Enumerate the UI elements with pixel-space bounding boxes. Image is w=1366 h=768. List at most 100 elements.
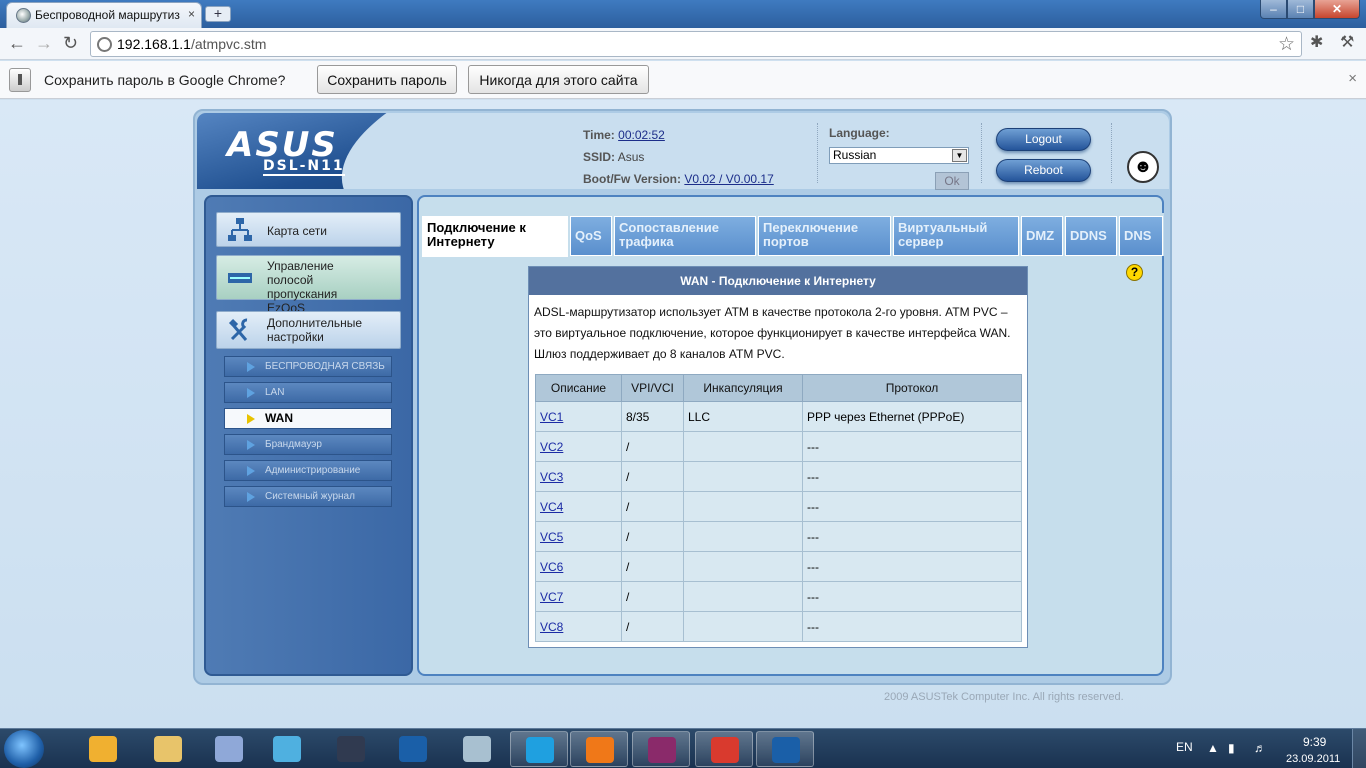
- page-icon: [97, 37, 112, 52]
- tray-expand-icon[interactable]: ▲: [1207, 741, 1219, 755]
- network-map-icon: [228, 218, 252, 241]
- new-tab-button[interactable]: +: [205, 6, 231, 22]
- tab-title: Беспроводной маршрутиз: [35, 8, 180, 22]
- maximize-button[interactable]: □: [1287, 0, 1314, 19]
- reboot-button[interactable]: Reboot: [996, 159, 1091, 182]
- infobar-close-icon[interactable]: ×: [1348, 70, 1357, 87]
- tab-internet-connection[interactable]: Подключение к Интернету: [422, 216, 568, 257]
- pvc-table: Описание VPI/VCI Инкапсуляция Протокол V…: [535, 374, 1022, 642]
- photoshop-icon: [772, 737, 800, 763]
- taskbar-item[interactable]: [632, 731, 690, 767]
- taskbar-item[interactable]: [695, 731, 753, 767]
- vc-link[interactable]: VC7: [540, 590, 563, 604]
- power-icon[interactable]: ▮: [1228, 741, 1235, 755]
- tab-port-trigger[interactable]: Переключение портов: [758, 216, 891, 256]
- never-save-button[interactable]: Никогда для этого сайта: [468, 65, 649, 94]
- column-header: Инкапсуляция: [683, 374, 803, 402]
- address-bar[interactable]: 192.168.1.1/atmpvc.stm ☆: [90, 31, 1302, 57]
- tab-dns[interactable]: DNS: [1119, 216, 1163, 256]
- save-password-button[interactable]: Сохранить пароль: [317, 65, 457, 94]
- sidebar-item-advanced[interactable]: Дополнительные настройки: [216, 311, 401, 349]
- password-infobar: Сохранить пароль в Google Chrome? Сохран…: [0, 61, 1366, 99]
- skype-icon: [526, 737, 554, 763]
- wan-panel: WAN - Подключение к Интернету ADSL-маршр…: [528, 266, 1028, 648]
- tab-traffic-mapping[interactable]: Сопоставление трафика: [614, 216, 756, 256]
- bookmark-star-icon[interactable]: ☆: [1278, 33, 1295, 56]
- panel-title: WAN - Подключение к Интернету: [529, 267, 1027, 295]
- tab-virtual-server[interactable]: Виртуальный сервер: [893, 216, 1019, 256]
- sidebar-item-ezqos[interactable]: Управление полосой пропускания EzQoS: [216, 255, 401, 315]
- main-content: Подключение к Интернету QoS Сопоставлени…: [417, 195, 1164, 676]
- tab-close-icon[interactable]: ×: [188, 7, 195, 21]
- taskbar-item[interactable]: [258, 731, 316, 767]
- firmware-link[interactable]: V0.02 / V0.00.17: [684, 172, 773, 186]
- vc-link[interactable]: VC6: [540, 560, 563, 574]
- sidebar: Карта сети Управление полосой пропускани…: [204, 195, 413, 676]
- clock-date[interactable]: 23.09.2011: [1286, 753, 1340, 765]
- sidebar-item-wan[interactable]: WAN: [224, 408, 392, 429]
- sidebar-item-administration[interactable]: Администрирование: [224, 460, 392, 481]
- kmplayer-icon: [337, 736, 365, 762]
- arrow-icon: [247, 362, 255, 372]
- sidebar-item-wireless[interactable]: БЕСПРОВОДНАЯ СВЯЗЬ: [224, 356, 392, 377]
- sidebar-item-syslog[interactable]: Системный журнал: [224, 486, 392, 507]
- taskbar-item[interactable]: [756, 731, 814, 767]
- mail-icon: [586, 737, 614, 763]
- vc-link[interactable]: VC8: [540, 620, 563, 634]
- taskbar-item[interactable]: [200, 731, 258, 767]
- taskbar-item[interactable]: [322, 731, 380, 767]
- model-name: DSL-N11: [263, 158, 345, 176]
- ssid-value: Asus: [617, 150, 645, 164]
- help-icon[interactable]: ?: [1126, 264, 1143, 281]
- show-desktop-button[interactable]: [1352, 729, 1366, 768]
- sidebar-item-lan[interactable]: LAN: [224, 382, 392, 403]
- taskbar-item[interactable]: [570, 731, 628, 767]
- page-favicon-icon: [16, 8, 31, 23]
- language-label: Language:: [829, 126, 890, 140]
- language-indicator[interactable]: EN: [1176, 740, 1193, 754]
- taskbar-item[interactable]: [448, 731, 506, 767]
- extension-icon[interactable]: ✱: [1310, 33, 1323, 53]
- column-header: Описание: [535, 374, 622, 402]
- clock-time[interactable]: 9:39: [1303, 735, 1326, 749]
- language-select[interactable]: Russian ▼: [829, 147, 969, 164]
- sidebar-item-firewall[interactable]: Брандмауэр: [224, 434, 392, 455]
- logout-button[interactable]: Logout: [996, 128, 1091, 151]
- tab-ddns[interactable]: DDNS: [1065, 216, 1117, 256]
- vc-link[interactable]: VC1: [540, 410, 563, 424]
- browser-titlebar: Беспроводной маршрутиз × + – □ ✕: [0, 0, 1366, 28]
- table-row: VC2/---: [535, 431, 1022, 462]
- browser-tab[interactable]: Беспроводной маршрутиз ×: [6, 2, 202, 28]
- forward-arrow-icon[interactable]: →: [35, 33, 53, 53]
- vc-link[interactable]: VC5: [540, 530, 563, 544]
- volume-icon[interactable]: ♬: [1254, 741, 1266, 755]
- vc-link[interactable]: VC2: [540, 440, 563, 454]
- taskbar: EN ▲ ▮ ♬ 9:39 23.09.2011: [0, 728, 1366, 768]
- infobar-message: Сохранить пароль в Google Chrome?: [44, 72, 286, 88]
- brand-header: ASUS DSL-N11: [197, 113, 515, 189]
- taskbar-item[interactable]: [74, 731, 132, 767]
- taskbar-item[interactable]: [510, 731, 568, 767]
- chevron-down-icon: ▼: [952, 149, 967, 162]
- wrench-icon[interactable]: ⚒: [1340, 33, 1354, 53]
- taskbar-item[interactable]: [384, 731, 442, 767]
- table-row: VC3/---: [535, 461, 1022, 492]
- column-header: Протокол: [802, 374, 1022, 402]
- device-icon: [463, 736, 491, 762]
- tab-dmz[interactable]: DMZ: [1021, 216, 1063, 256]
- tab-qos[interactable]: QoS: [570, 216, 612, 256]
- vc-link[interactable]: VC4: [540, 500, 563, 514]
- minimize-button[interactable]: –: [1260, 0, 1287, 19]
- time-link[interactable]: 00:02:52: [618, 128, 665, 142]
- start-button[interactable]: [4, 730, 44, 768]
- tools-icon: [228, 318, 248, 341]
- back-arrow-icon[interactable]: ←: [8, 33, 26, 53]
- language-ok-button[interactable]: Ok: [935, 172, 969, 190]
- close-window-button[interactable]: ✕: [1314, 0, 1360, 19]
- reload-icon[interactable]: ↻: [63, 33, 78, 53]
- divider: [981, 123, 982, 183]
- copyright-footer: 2009 ASUSTek Computer Inc. All rights re…: [884, 691, 1124, 703]
- taskbar-item[interactable]: [139, 731, 197, 767]
- vc-link[interactable]: VC3: [540, 470, 563, 484]
- sidebar-item-network-map[interactable]: Карта сети: [216, 212, 401, 247]
